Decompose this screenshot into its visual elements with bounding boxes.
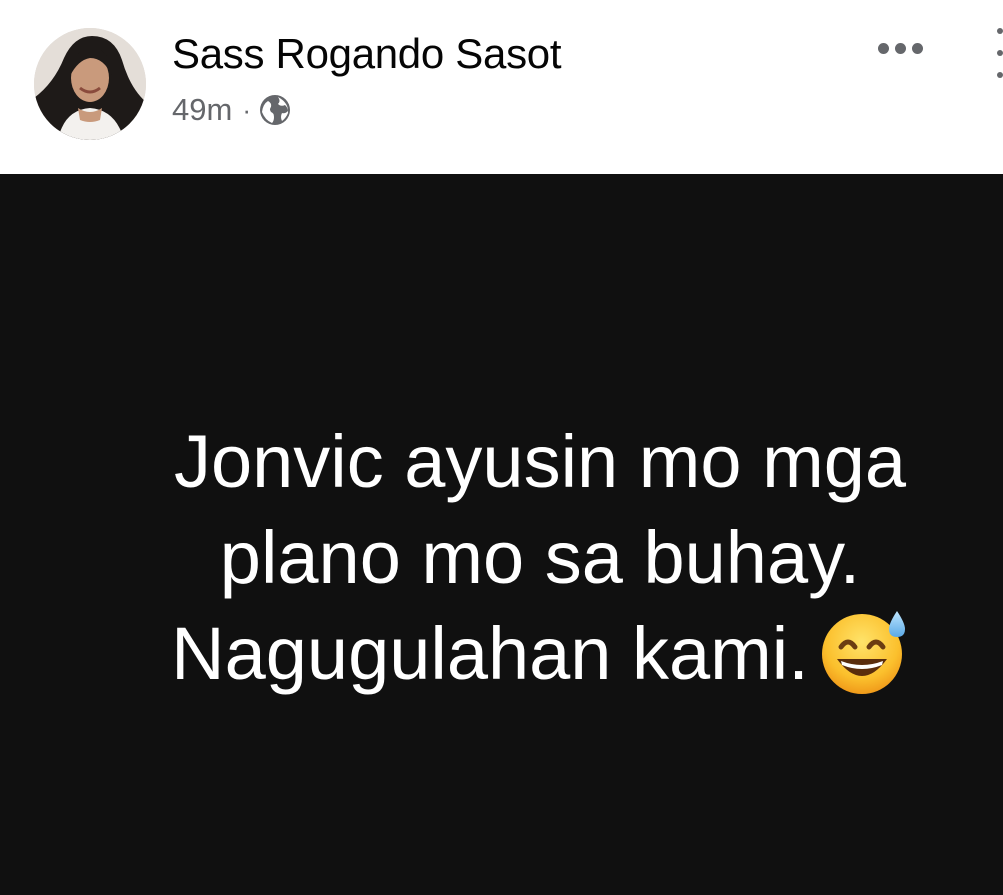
more-dot (911, 42, 923, 54)
overflow-menu-icon[interactable] (996, 24, 1003, 84)
post-timestamp[interactable]: 49m (172, 92, 232, 128)
status-background: Jonvic ayusin mo mga plano mo sa buhay. … (0, 174, 1003, 895)
more-dot (894, 42, 906, 54)
grinning-sweat-emoji-icon (821, 611, 905, 694)
facebook-post: Sass Rogando Sasot 49m · Jonvic ayusin m… (0, 0, 1003, 895)
avatar-photo (34, 28, 146, 140)
status-line-text: Nagugulahan kami. (171, 612, 809, 695)
meta-separator: · (242, 94, 251, 125)
globe-icon (259, 95, 290, 125)
status-line: plano mo sa buhay. (219, 516, 861, 599)
overflow-dot (997, 72, 1003, 78)
post-header: Sass Rogando Sasot 49m · (0, 0, 1003, 174)
post-meta: 49m · (172, 90, 291, 130)
status-line: Jonvic ayusin mo mga (173, 420, 907, 503)
more-dot (877, 42, 889, 54)
overflow-dot (997, 28, 1003, 34)
status-text: Jonvic ayusin mo mga plano mo sa buhay. … (110, 414, 970, 702)
more-options-button[interactable] (866, 30, 934, 66)
author-name[interactable]: Sass Rogando Sasot (172, 28, 562, 80)
overflow-dot (997, 50, 1003, 56)
author-avatar[interactable] (34, 28, 146, 140)
status-line-last: Nagugulahan kami. (110, 606, 970, 702)
